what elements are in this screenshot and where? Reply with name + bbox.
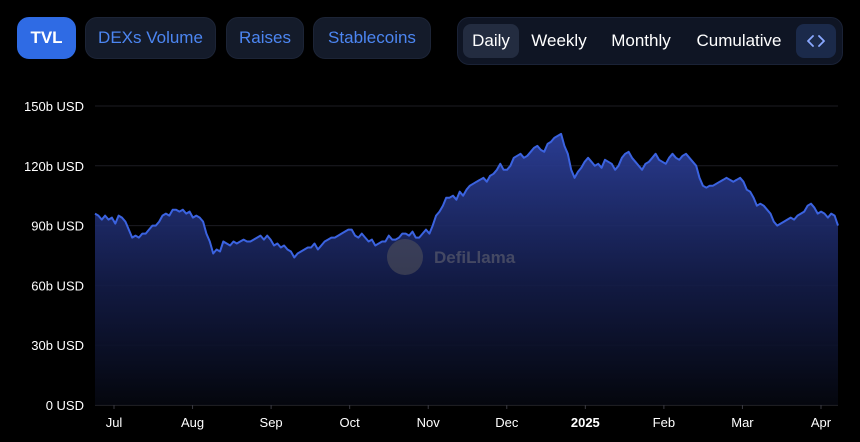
x-tick-label: Apr <box>811 415 832 430</box>
code-brackets-icon <box>807 35 825 47</box>
range-weekly[interactable]: Weekly <box>524 24 594 58</box>
y-tick-label: 0 USD <box>46 398 84 413</box>
y-tick-label: 60b USD <box>31 278 84 293</box>
range-monthly[interactable]: Monthly <box>601 24 681 58</box>
tab-raises[interactable]: Raises <box>226 17 304 59</box>
tvl-area-fill <box>95 133 838 405</box>
x-tick-label: Aug <box>181 415 204 430</box>
y-tick-label: 30b USD <box>31 338 84 353</box>
x-tick-label: Mar <box>731 415 754 430</box>
x-tick-label: Feb <box>653 415 675 430</box>
y-tick-label: 150b USD <box>24 99 84 114</box>
x-tick-label: Oct <box>340 415 361 430</box>
y-tick-label: 90b USD <box>31 219 84 234</box>
y-tick-label: 120b USD <box>24 159 84 174</box>
watermark-text: DefiLlama <box>434 248 516 267</box>
range-selector: Daily Weekly Monthly Cumulative <box>457 17 843 65</box>
range-cumulative[interactable]: Cumulative <box>689 24 789 58</box>
embed-button[interactable] <box>796 24 836 58</box>
x-tick-label: Jul <box>106 415 123 430</box>
x-tick-label: 2025 <box>571 415 600 430</box>
x-tick-label: Nov <box>417 415 441 430</box>
x-tick-label: Sep <box>260 415 283 430</box>
x-tick-label: Dec <box>495 415 519 430</box>
tab-tvl[interactable]: TVL <box>17 17 76 59</box>
tvl-area-chart: DefiLlama 0 USD 30b USD 60b USD 90b USD 120b… <box>24 99 839 430</box>
llama-logo-icon <box>387 239 423 275</box>
tab-stablecoins[interactable]: Stablecoins <box>313 17 431 59</box>
range-daily[interactable]: Daily <box>463 24 519 58</box>
tab-dexs-volume[interactable]: DEXs Volume <box>85 17 216 59</box>
